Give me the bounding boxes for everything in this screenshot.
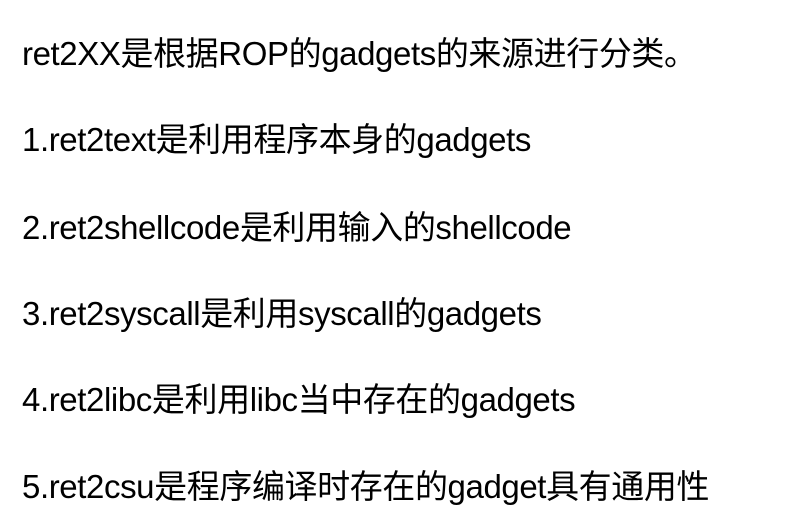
- document-page: ret2XX是根据ROP的gadgets的来源进行分类。 1.ret2text是…: [0, 0, 805, 531]
- list-item-ret2libc: 4.ret2libc是利用libc当中存在的gadgets: [22, 381, 576, 418]
- list-item-ret2shellcode: 2.ret2shellcode是利用输入的shellcode: [22, 209, 572, 246]
- intro-line: ret2XX是根据ROP的gadgets的来源进行分类。: [22, 35, 697, 72]
- list-item-ret2syscall: 3.ret2syscall是利用syscall的gadgets: [22, 295, 542, 332]
- list-item-ret2csu: 5.ret2csu是程序编译时存在的gadget具有通用性: [22, 468, 710, 505]
- list-item-ret2text: 1.ret2text是利用程序本身的gadgets: [22, 121, 532, 158]
